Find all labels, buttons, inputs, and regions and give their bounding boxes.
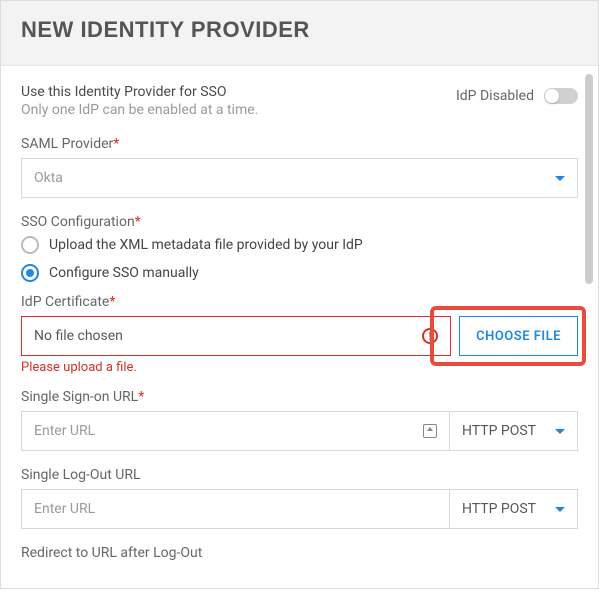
radio-icon bbox=[21, 236, 39, 254]
required-marker: * bbox=[135, 214, 141, 230]
saml-provider-select[interactable]: Okta bbox=[21, 158, 578, 198]
sso-url-input[interactable]: Enter URL bbox=[22, 412, 449, 450]
idp-cert-placeholder: No file chosen bbox=[34, 328, 123, 344]
slo-url-placeholder: Enter URL bbox=[34, 501, 95, 517]
radio-upload-xml[interactable]: Upload the XML metadata file provided by… bbox=[21, 236, 578, 254]
sso-config-label: SSO Configuration* bbox=[21, 214, 578, 230]
sso-url-row: Enter URL HTTP POST bbox=[21, 411, 578, 451]
radio-icon-selected bbox=[21, 264, 39, 282]
sso-config-radio-group: Upload the XML metadata file provided by… bbox=[21, 236, 578, 282]
chevron-down-icon bbox=[555, 507, 565, 512]
link-icon bbox=[423, 424, 437, 438]
required-marker: * bbox=[138, 389, 144, 405]
sso-url-label: Single Sign-on URL* bbox=[21, 389, 578, 405]
saml-provider-label-text: SAML Provider bbox=[21, 136, 113, 152]
scrollbar[interactable] bbox=[585, 74, 593, 284]
alert-icon: ! bbox=[422, 328, 438, 344]
slo-url-input[interactable]: Enter URL bbox=[22, 490, 449, 528]
sso-url-label-text: Single Sign-on URL bbox=[21, 389, 138, 405]
slo-url-label: Single Log-Out URL bbox=[21, 467, 578, 483]
sso-enable-text: Use this Identity Provider for SSO Only … bbox=[21, 84, 258, 118]
idp-toggle-group: IdP Disabled bbox=[456, 88, 578, 104]
radio-manual-label: Configure SSO manually bbox=[49, 265, 199, 281]
slo-url-method-value: HTTP POST bbox=[462, 501, 536, 517]
idp-cert-file-input[interactable]: No file chosen ! bbox=[21, 316, 451, 356]
slo-url-method-select[interactable]: HTTP POST bbox=[449, 490, 577, 528]
sso-use-hint: Only one IdP can be enabled at a time. bbox=[21, 102, 258, 118]
page-title: NEW IDENTITY PROVIDER bbox=[21, 17, 578, 43]
choose-file-button[interactable]: CHOOSE FILE bbox=[459, 316, 578, 356]
idp-cert-label-text: IdP Certificate bbox=[21, 294, 109, 310]
content-wrap: Use this Identity Provider for SSO Only … bbox=[1, 66, 598, 591]
sso-enable-row: Use this Identity Provider for SSO Only … bbox=[21, 84, 578, 118]
saml-provider-label: SAML Provider* bbox=[21, 136, 578, 152]
idp-cert-row: No file chosen ! CHOOSE FILE bbox=[21, 316, 578, 356]
sso-url-method-select[interactable]: HTTP POST bbox=[449, 412, 577, 450]
idp-cert-label: IdP Certificate* bbox=[21, 294, 578, 310]
chevron-down-icon bbox=[555, 176, 565, 181]
sso-url-method-value: HTTP POST bbox=[462, 423, 536, 439]
idp-cert-error: Please upload a file. bbox=[21, 360, 578, 375]
sso-url-placeholder: Enter URL bbox=[34, 423, 95, 439]
idp-toggle-label: IdP Disabled bbox=[456, 88, 534, 104]
sso-use-label: Use this Identity Provider for SSO bbox=[21, 84, 258, 100]
form-content: Use this Identity Provider for SSO Only … bbox=[1, 66, 598, 591]
required-marker: * bbox=[109, 294, 115, 310]
radio-upload-label: Upload the XML metadata file provided by… bbox=[49, 237, 363, 253]
redirect-url-label: Redirect to URL after Log-Out bbox=[21, 545, 578, 561]
slo-url-row: Enter URL HTTP POST bbox=[21, 489, 578, 529]
saml-provider-value: Okta bbox=[34, 170, 63, 186]
radio-configure-manually[interactable]: Configure SSO manually bbox=[21, 264, 578, 282]
dialog-header: NEW IDENTITY PROVIDER bbox=[1, 1, 598, 66]
sso-config-label-text: SSO Configuration bbox=[21, 214, 135, 230]
radio-dot-icon bbox=[26, 269, 34, 277]
toggle-knob-icon bbox=[545, 89, 559, 103]
chevron-down-icon bbox=[555, 429, 565, 434]
idp-toggle[interactable] bbox=[544, 88, 578, 104]
required-marker: * bbox=[113, 136, 119, 152]
